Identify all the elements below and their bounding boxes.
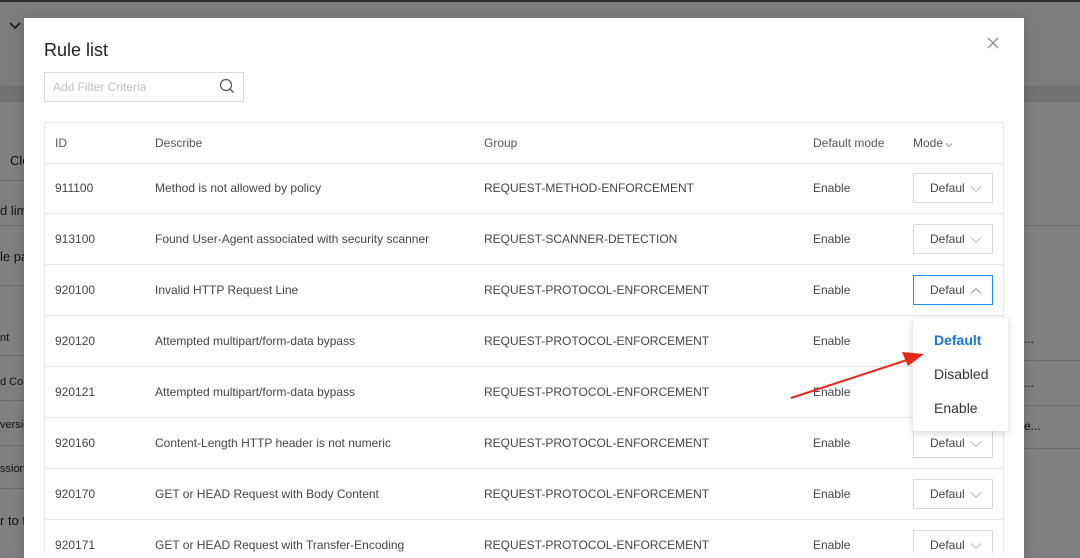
close-icon	[986, 36, 1002, 50]
background-divider	[1020, 360, 1080, 361]
background-text: e...	[1024, 419, 1041, 433]
column-header-mode[interactable]: Mode	[913, 136, 953, 151]
rule-id: 920100	[55, 283, 96, 297]
rule-group: REQUEST-PROTOCOL-ENFORCEMENT	[484, 487, 710, 501]
column-header-group: Group	[484, 136, 518, 150]
background-text: r to t	[0, 513, 27, 528]
background-divider	[1020, 448, 1080, 449]
rule-id: 920171	[55, 538, 96, 552]
chevron-down-icon	[970, 539, 982, 553]
table-row: 920121 Attempted multipart/form-data bypa…	[45, 367, 1003, 418]
column-header-mode-label: Mode	[913, 136, 944, 150]
background-divider	[0, 285, 24, 286]
rule-id: 920120	[55, 334, 96, 348]
rule-default-mode: Enable	[813, 385, 851, 399]
rule-id: 913100	[55, 232, 96, 246]
background-divider	[1020, 405, 1080, 406]
mode-select[interactable]: Default	[913, 275, 993, 305]
rule-describe: Method is not allowed by policy	[155, 181, 322, 195]
mode-dropdown-menu: Default Disabled Enable	[913, 318, 1008, 431]
rule-group: REQUEST-PROTOCOL-ENFORCEMENT	[484, 385, 710, 399]
table-row: 913100 Found User-Agent associated with s…	[45, 214, 1003, 265]
rule-group: REQUEST-SCANNER-DETECTION	[484, 232, 678, 246]
table-row: 911100 Method is not allowed by policy REQ…	[45, 163, 1003, 214]
background-divider	[0, 355, 24, 356]
rule-group: REQUEST-PROTOCOL-ENFORCEMENT	[484, 334, 710, 348]
table-row: 920120 Attempted multipart/form-data bypa…	[45, 316, 1003, 367]
mode-select-value: Default	[930, 436, 964, 450]
table-row: 920100 Invalid HTTP Request Line REQUEST-P…	[45, 265, 1003, 316]
background-text: ...	[1024, 376, 1035, 390]
column-header-describe: Describe	[155, 136, 203, 150]
mode-select-value: Default	[930, 487, 964, 501]
background-text: ssion	[0, 463, 26, 475]
table-row: 920160 Content-Length HTTP header is not …	[45, 418, 1003, 469]
mode-select[interactable]: Default	[913, 224, 993, 254]
column-header-default-mode: Default mode	[813, 136, 885, 150]
background-text: nt	[0, 332, 10, 344]
chevron-down-icon	[970, 182, 982, 196]
mode-select[interactable]: Default	[913, 173, 993, 203]
rule-default-mode: Enable	[813, 436, 851, 450]
dropdown-option-enable[interactable]: Enable	[934, 400, 978, 416]
mode-select[interactable]: Default	[913, 530, 993, 553]
background-text: d Co	[0, 376, 24, 388]
background-divider	[0, 225, 24, 226]
rule-default-mode: Enable	[813, 181, 851, 195]
rule-describe: Attempted multipart/form-data bypass	[155, 385, 356, 399]
rule-group: REQUEST-PROTOCOL-ENFORCEMENT	[484, 538, 710, 552]
chevron-down-icon	[970, 233, 982, 247]
rule-describe: GET or HEAD Request with Body Content	[155, 487, 379, 501]
rule-group: REQUEST-PROTOCOL-ENFORCEMENT	[484, 283, 710, 297]
rule-describe: Attempted multipart/form-data bypass	[155, 334, 356, 348]
chevron-down-icon	[9, 18, 21, 34]
rule-default-mode: Enable	[813, 334, 851, 348]
chevron-down-icon	[970, 437, 982, 451]
background-divider	[0, 180, 24, 181]
background-text: ...	[1024, 332, 1035, 346]
modal-title: Rule list	[44, 40, 109, 60]
rule-id: 920121	[55, 385, 96, 399]
rule-describe: Content-Length HTTP header is not numeri…	[155, 436, 391, 450]
rule-default-mode: Enable	[813, 538, 851, 552]
rule-describe: Found User-Agent associated with securit…	[155, 232, 430, 246]
mode-select[interactable]: Default	[913, 428, 993, 458]
dropdown-option-disabled[interactable]: Disabled	[934, 366, 988, 382]
mode-select-value: Default	[930, 181, 964, 195]
mode-select-value: Default	[930, 538, 964, 552]
rule-id: 920170	[55, 487, 96, 501]
rule-table: ID Describe Group Default mode Mode 9111…	[44, 122, 1004, 553]
chevron-up-icon	[970, 284, 982, 298]
rule-default-mode: Enable	[813, 232, 851, 246]
table-row: 920170 GET or HEAD Request with Body Cont…	[45, 469, 1003, 520]
sort-icon[interactable]	[945, 137, 953, 151]
rule-list-modal: Rule list ID Describe Group Default mode…	[24, 18, 1024, 558]
rule-group: REQUEST-METHOD-ENFORCEMENT	[484, 181, 694, 195]
rule-group: REQUEST-PROTOCOL-ENFORCEMENT	[484, 436, 710, 450]
background-divider	[0, 445, 24, 446]
rule-describe: Invalid HTTP Request Line	[155, 283, 299, 297]
mode-select-value: Default	[930, 283, 964, 297]
search-icon[interactable]	[219, 78, 235, 97]
close-button[interactable]	[986, 36, 1002, 56]
filter-search-box	[44, 72, 244, 102]
rule-describe: GET or HEAD Request with Transfer-Encodi…	[155, 538, 405, 552]
filter-search-input[interactable]	[53, 73, 213, 101]
chevron-down-icon	[970, 488, 982, 502]
background-divider	[0, 400, 24, 401]
rule-default-mode: Enable	[813, 283, 851, 297]
rule-default-mode: Enable	[813, 487, 851, 501]
rule-id: 911100	[55, 181, 94, 195]
table-row: 920171 GET or HEAD Request with Transfer-…	[45, 520, 1003, 553]
column-header-id: ID	[55, 136, 67, 150]
rule-id: 920160	[55, 436, 96, 450]
mode-select[interactable]: Default	[913, 479, 993, 509]
background-divider	[1020, 225, 1080, 226]
background-divider	[0, 488, 24, 489]
table-header: ID Describe Group Default mode Mode	[45, 123, 1003, 164]
dropdown-option-default[interactable]: Default	[934, 332, 981, 348]
mode-select-value: Default	[930, 232, 964, 246]
